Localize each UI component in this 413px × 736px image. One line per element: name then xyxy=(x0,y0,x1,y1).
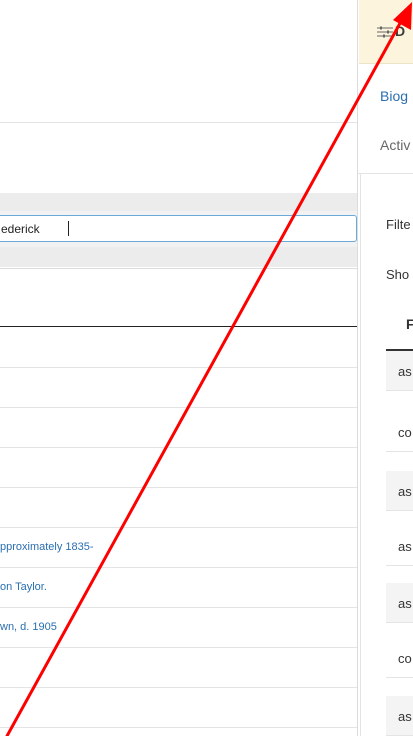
header-area xyxy=(0,0,357,122)
table-row[interactable] xyxy=(0,368,357,408)
toolbar-strip-lower xyxy=(0,247,357,267)
result-link[interactable]: on Taylor. xyxy=(0,581,47,593)
filters-toggle-button[interactable]: D xyxy=(359,0,413,64)
facet-row[interactable]: co xyxy=(386,412,413,452)
table-row[interactable]: wn, d. 1905 xyxy=(0,608,357,648)
show-entries-label: Sho xyxy=(386,267,410,282)
result-link[interactable]: pproximately 1835- xyxy=(0,541,94,553)
table-row[interactable]: on Taylor. xyxy=(0,568,357,608)
table-row[interactable]: pproximately 1835- xyxy=(0,528,357,568)
divider xyxy=(0,122,357,123)
text-caret xyxy=(68,221,69,236)
facet-row-label: co xyxy=(398,425,412,440)
filter-label: Filte xyxy=(386,217,411,232)
search-results-pane: pproximately 1835- on Taylor. wn, d. 190… xyxy=(0,0,357,736)
table-row[interactable] xyxy=(0,408,357,448)
facet-row[interactable]: co xyxy=(386,638,413,678)
table-header-rule xyxy=(0,326,357,327)
facet-row[interactable]: as xyxy=(386,526,413,566)
facet-row-label: co xyxy=(398,651,412,666)
facet-row[interactable]: as xyxy=(386,696,413,736)
facet-row[interactable]: as xyxy=(386,351,413,391)
toolbar-strip xyxy=(0,193,357,211)
facet-row-label: as xyxy=(398,539,412,554)
facet-row[interactable]: as xyxy=(386,471,413,511)
facet-row-label: as xyxy=(398,364,412,379)
divider xyxy=(0,268,357,269)
facet-row-label: as xyxy=(398,596,412,611)
search-bar xyxy=(0,211,357,247)
table-row[interactable] xyxy=(0,688,357,728)
sliders-icon xyxy=(377,26,393,38)
table-row[interactable] xyxy=(0,488,357,528)
tab-activity[interactable]: Activ xyxy=(380,137,410,153)
table-row[interactable] xyxy=(0,328,357,368)
facet-row-label: as xyxy=(398,709,412,724)
table-row[interactable] xyxy=(0,648,357,688)
table-row[interactable] xyxy=(0,448,357,488)
facet-row[interactable]: as xyxy=(386,583,413,623)
facet-row-label: as xyxy=(398,484,412,499)
filters-toggle-label: D xyxy=(395,23,406,39)
facet-side-panel: D Biog Activ Filte Sho F as co as as as … xyxy=(357,0,413,736)
tab-biography[interactable]: Biog xyxy=(380,88,408,104)
result-link[interactable]: wn, d. 1905 xyxy=(0,621,57,633)
column-header[interactable]: F xyxy=(406,316,413,332)
search-input[interactable] xyxy=(0,215,357,242)
